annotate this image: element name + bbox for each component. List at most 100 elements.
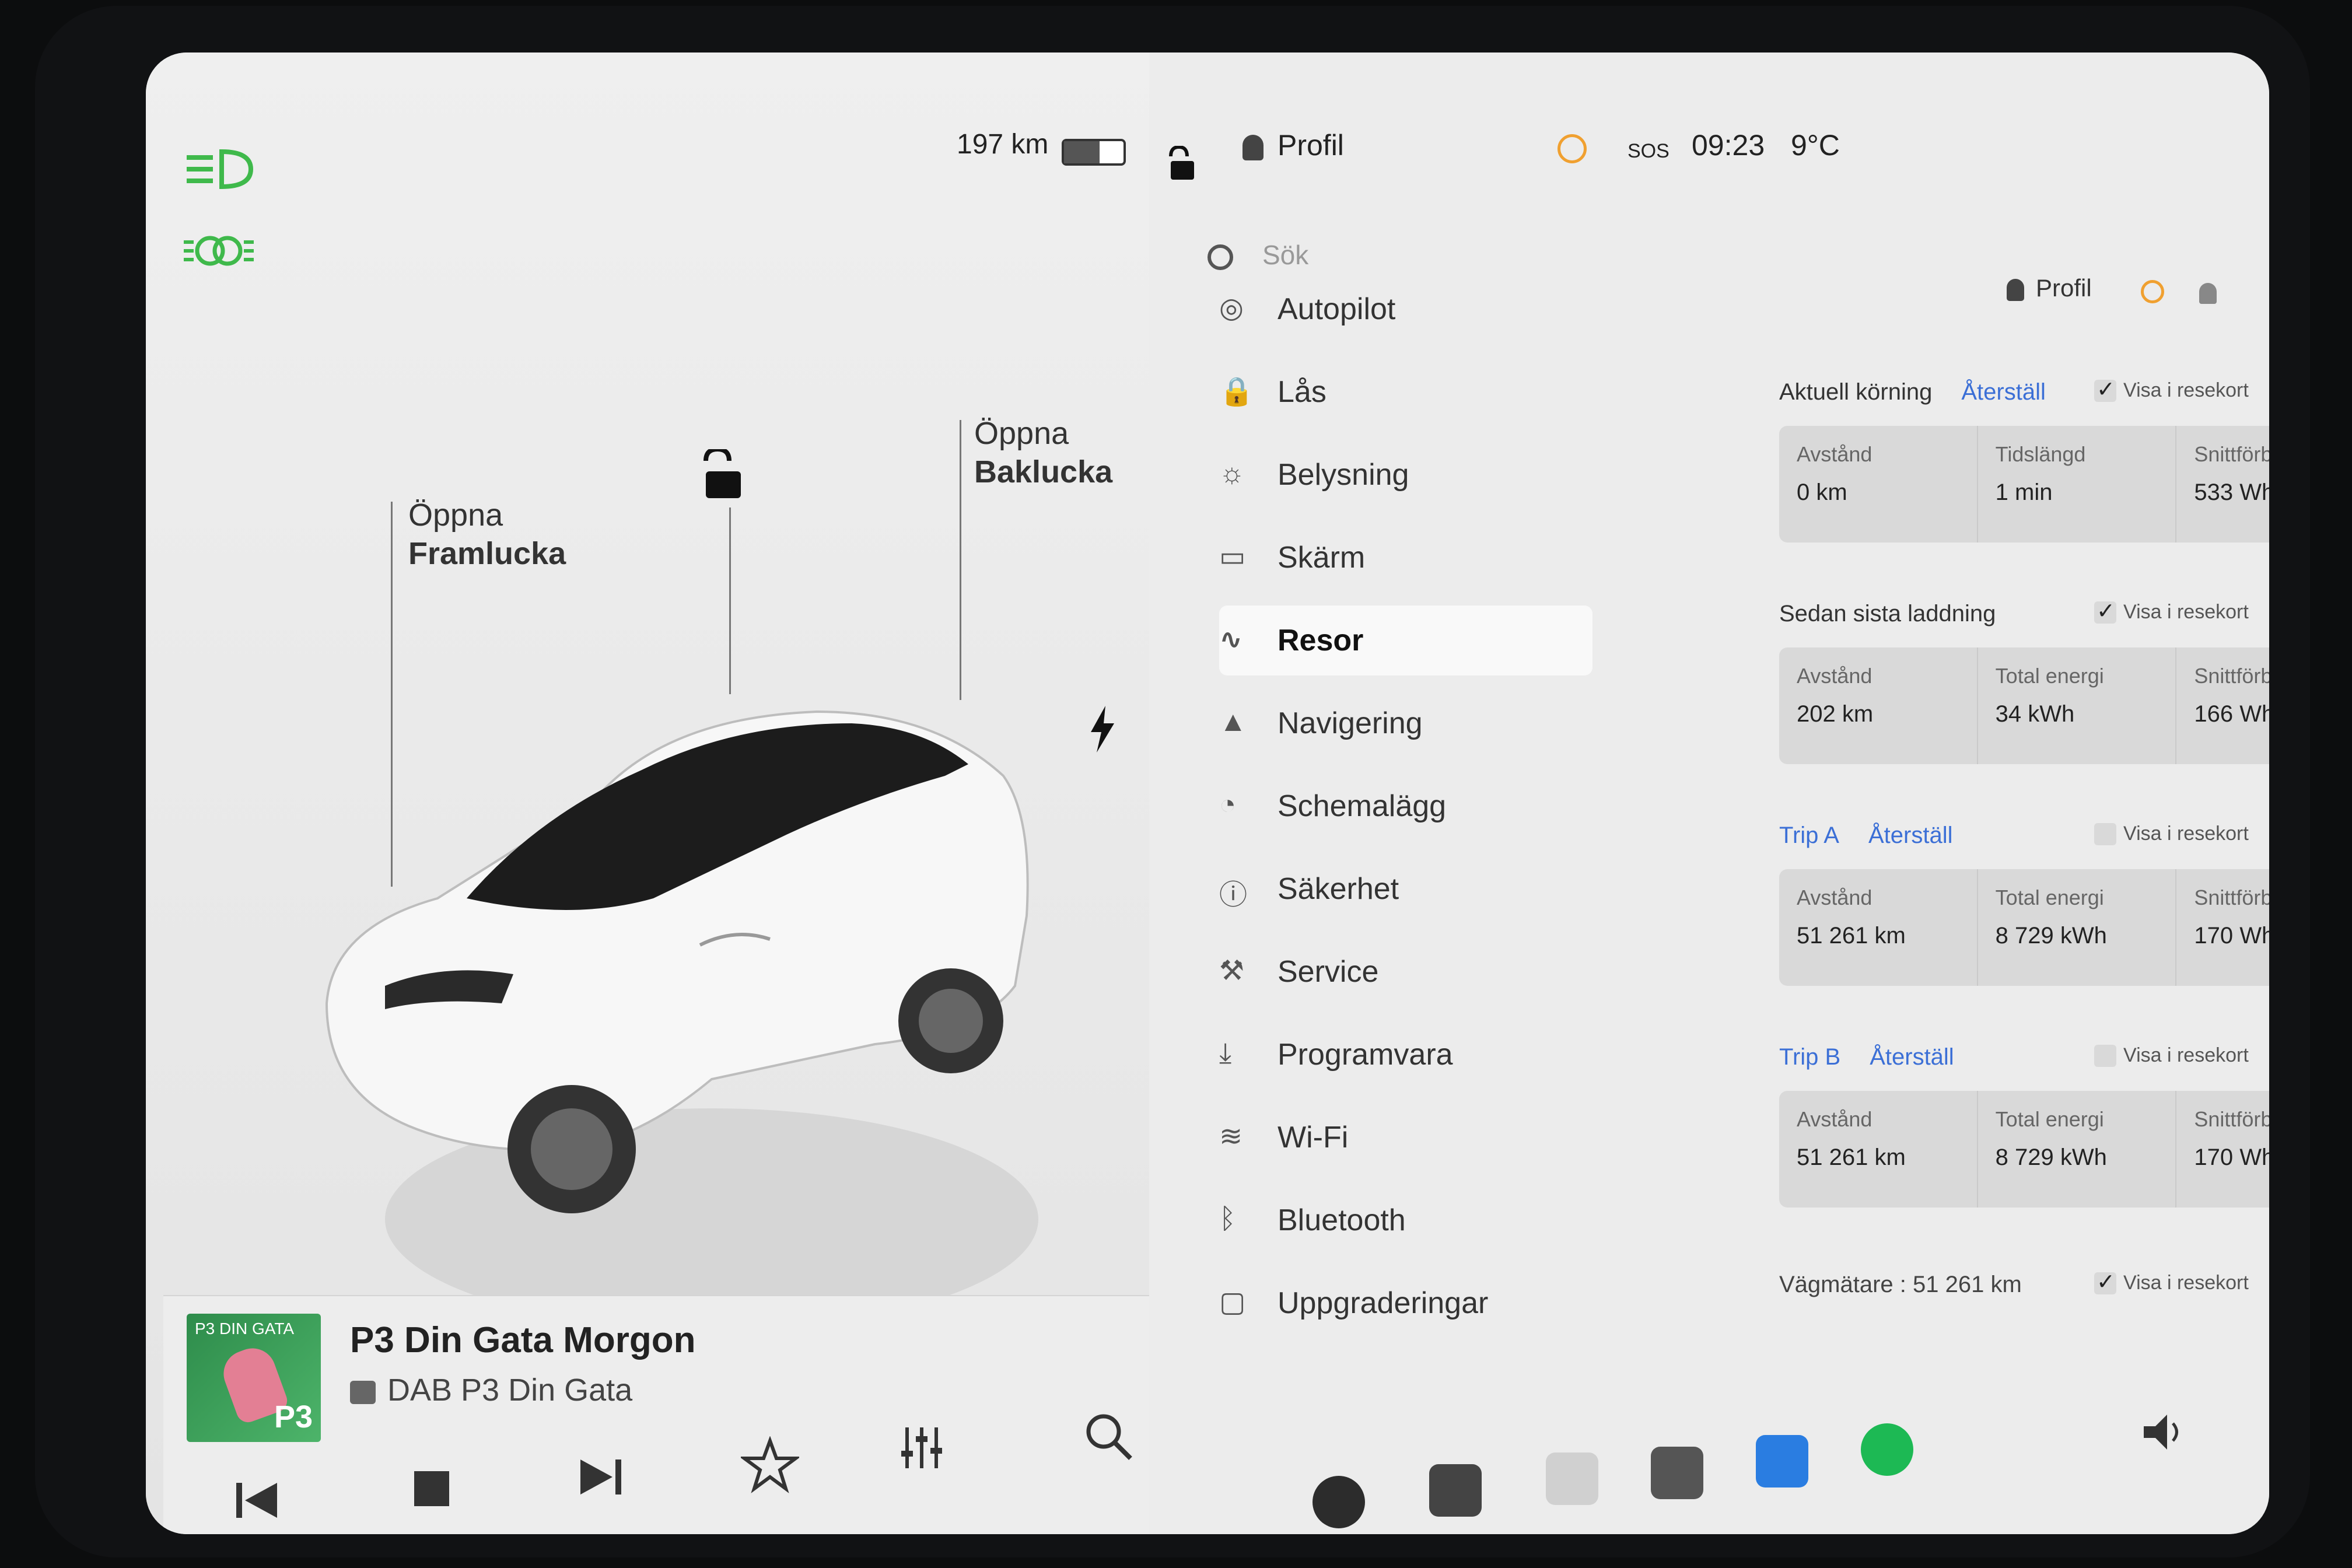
nav-item-label: Service [1278, 955, 1379, 989]
checkbox[interactable] [2094, 1044, 2116, 1067]
trip-a-visa-toggle[interactable]: Visa i resekort [2094, 822, 2249, 845]
bluetooth-app-icon[interactable] [1756, 1435, 1808, 1488]
car-illustration [325, 710, 1038, 1330]
current-drive-reset[interactable]: Återställ [1961, 379, 2046, 405]
nav-item-säkerhet[interactable]: ⓘ Säkerhet [1219, 854, 1592, 924]
media-title: P3 Din Gata Morgon [350, 1320, 696, 1360]
unlock-car-icon[interactable] [694, 449, 747, 502]
more-apps-icon[interactable] [1429, 1464, 1482, 1517]
visa-label: Visa i resekort [2123, 601, 2249, 623]
trip-a-title: Trip A [1779, 822, 1839, 848]
trip-b-reset[interactable]: Återställ [1870, 1044, 1954, 1070]
wrench-icon: ⚒ [1219, 956, 1245, 986]
since-charge-header: Sedan sista laddning [1779, 601, 1996, 627]
charge-port-icon[interactable] [1085, 706, 1120, 752]
radio-icon [350, 1380, 376, 1404]
equalizer-icon[interactable] [892, 1419, 951, 1477]
nav-item-label: Skärm [1278, 541, 1366, 575]
camera-app-icon[interactable] [1312, 1476, 1365, 1528]
trip-stat-label: Avstånd [1797, 1107, 1873, 1131]
sun-icon: ☼ [1219, 458, 1245, 489]
trip-stat-cell: Snittförbrukning 170 Wh/km [2176, 869, 2269, 986]
search-bar[interactable]: Sök [1208, 239, 1308, 271]
manual-app-icon[interactable] [1651, 1447, 1703, 1499]
bell-icon[interactable] [2199, 283, 2217, 304]
tesla-screen: 197 km Öppna Framlucka Öppna Baklucka P3… [146, 52, 2269, 1534]
odometer-visa-toggle[interactable]: Visa i resekort [2094, 1269, 2249, 1295]
energy-app-icon[interactable] [1546, 1452, 1598, 1505]
trip-stat-label: Snittförbrukning [2194, 1107, 2269, 1131]
trip-stat-value: 533 Wh/km [2194, 480, 2269, 505]
trip-stat-label: Snittförbrukning [2194, 664, 2269, 688]
trip-b-visa-toggle[interactable]: Visa i resekort [2094, 1044, 2249, 1067]
nav-item-programvara[interactable]: ⤓ Programvara [1219, 1020, 1592, 1090]
trip-stat-cell: Total energi 8 729 kWh [1978, 1091, 2177, 1208]
trip-stat-value: 0 km [1797, 480, 1847, 505]
checkbox[interactable] [2094, 598, 2116, 624]
trip-stat-label: Snittförbrukning [2194, 442, 2269, 466]
open-trunk-button[interactable]: Öppna Baklucka [974, 414, 1112, 491]
trip-stat-label: Total energi [1995, 1107, 2104, 1131]
sos-indicator[interactable]: SOS [1628, 140, 1670, 163]
nav-item-lås[interactable]: 🔒 Lås [1219, 357, 1592, 427]
nav-item-service[interactable]: ⚒ Service [1219, 937, 1592, 1007]
warning-icon: ⓘ [1219, 880, 1248, 911]
current-drive-title: Aktuell körning [1779, 379, 1933, 405]
person-icon [1242, 134, 1264, 160]
favorite-star-icon[interactable] [741, 1436, 799, 1494]
trip-stat-label: Total energi [1995, 664, 2104, 688]
stop-icon[interactable] [402, 1460, 461, 1518]
media-search-icon[interactable] [1079, 1407, 1138, 1465]
alarm-clock-icon[interactable] [2141, 280, 2164, 303]
nav-item-bluetooth[interactable]: ᛒ Bluetooth [1219, 1185, 1592, 1255]
nav-item-navigering[interactable]: ▲ Navigering [1219, 688, 1592, 758]
next-track-icon[interactable] [572, 1448, 630, 1506]
open-frunk-button[interactable]: Öppna Framlucka [408, 496, 566, 573]
current-drive-visa-toggle[interactable]: Visa i resekort [2094, 376, 2249, 402]
subheader-profile[interactable]: Profil [2007, 274, 2092, 302]
trip-stat-value: 170 Wh/km [2194, 923, 2269, 949]
nav-item-belysning[interactable]: ☼ Belysning [1219, 440, 1592, 510]
nav-item-label: Säkerhet [1278, 872, 1399, 906]
checkbox[interactable] [2094, 376, 2116, 402]
steering-wheel-icon: ◎ [1219, 293, 1244, 324]
album-art: P3 DIN GATA P3 [187, 1314, 321, 1442]
current-drive-card: Avstånd 0 km Tidslängd 1 min Snittförbruknin… [1779, 426, 2269, 542]
nav-item-label: Wi-Fi [1278, 1121, 1349, 1154]
since-charge-visa-toggle[interactable]: Visa i resekort [2094, 598, 2249, 624]
person-icon [2007, 278, 2024, 301]
nav-item-autopilot[interactable]: ◎ Autopilot [1219, 274, 1592, 344]
search-placeholder: Sök [1262, 240, 1309, 270]
lock-status-icon[interactable] [1164, 146, 1199, 181]
nav-item-wi-fi[interactable]: ≋ Wi-Fi [1219, 1102, 1592, 1172]
trip-stat-cell: Avstånd 0 km [1779, 426, 1978, 542]
low-beam-headlight-icon[interactable] [181, 146, 257, 192]
navigation-arrow-icon: ▲ [1219, 706, 1247, 737]
checkbox[interactable] [2094, 822, 2116, 845]
nav-item-label: Navigering [1278, 706, 1423, 740]
trip-stat-value: 170 Wh/km [2194, 1144, 2269, 1170]
spotify-app-icon[interactable] [1861, 1423, 1913, 1476]
subheader-profile-label: Profil [2036, 274, 2092, 302]
trip-stat-label: Snittförbrukning [2194, 886, 2269, 909]
profile-button[interactable]: Profil [1242, 128, 1344, 162]
volume-icon[interactable] [2141, 1412, 2188, 1452]
nav-item-schemalägg[interactable]: ◔ Schemalägg [1219, 771, 1592, 841]
trip-stat-label: Avstånd [1797, 442, 1873, 466]
search-icon [1208, 244, 1233, 270]
trip-a-reset[interactable]: Återställ [1868, 822, 1953, 848]
trip-stat-cell: Snittförbrukning 166 Wh/km [2176, 648, 2269, 764]
visa-label: Visa i resekort [2123, 1044, 2249, 1066]
nav-item-uppgraderingar[interactable]: ▢ Uppgraderingar [1219, 1268, 1592, 1338]
nav-item-label: Autopilot [1278, 292, 1396, 326]
previous-track-icon[interactable] [228, 1471, 286, 1530]
alarm-clock-icon[interactable] [1558, 134, 1587, 163]
parking-lights-icon[interactable] [181, 228, 257, 274]
battery-icon [1062, 139, 1126, 166]
nav-item-resor[interactable]: ∿ Resor [1219, 606, 1592, 676]
trip-stat-cell: Snittförbrukning 170 Wh/km [2176, 1091, 2269, 1208]
profile-label: Profil [1278, 129, 1344, 162]
nav-item-skärm[interactable]: ▭ Skärm [1219, 523, 1592, 593]
checkbox[interactable] [2094, 1269, 2116, 1295]
album-station-mark: P3 [274, 1399, 313, 1434]
